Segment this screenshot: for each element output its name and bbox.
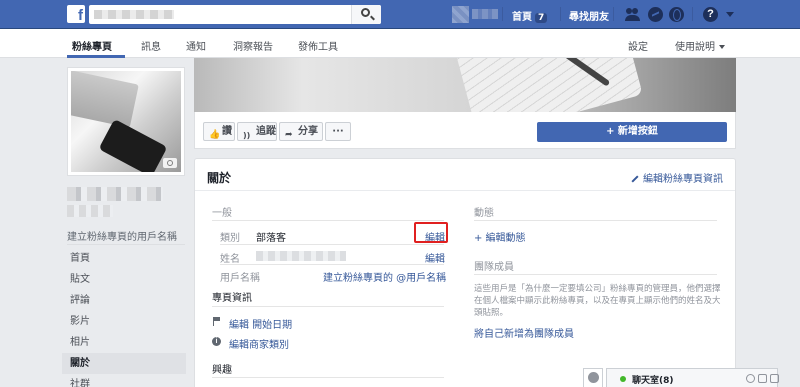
user-name-redacted[interactable]	[472, 9, 498, 19]
like-button[interactable]: 👍 讚	[203, 122, 235, 141]
more-options-button[interactable]: ···	[325, 122, 351, 141]
create-username-link[interactable]: 建立粉絲專頁的用戶名稱	[67, 228, 177, 243]
about-title: 關於	[207, 171, 232, 185]
follow-button[interactable]: )) 追蹤	[237, 122, 277, 141]
milestones-heading: 動態	[474, 208, 494, 219]
share-arrow-icon: ➦	[285, 130, 293, 140]
sidebar-item-posts[interactable]: 貼文	[62, 269, 186, 290]
online-status-icon	[620, 376, 626, 382]
page-tabs-bar: 粉絲專頁 訊息 通知 洞察報告 發佈工具 設定 使用說明	[0, 29, 800, 58]
divider	[692, 7, 693, 21]
divider	[474, 274, 717, 275]
sidebar-item-about[interactable]: 關於	[62, 353, 186, 374]
search-button[interactable]	[351, 5, 381, 24]
messenger-icon[interactable]	[648, 7, 663, 22]
rss-icon: ))	[243, 131, 251, 140]
sidebar-item-home[interactable]: 首頁	[62, 248, 186, 269]
divider	[613, 7, 614, 21]
page-name-value-redacted	[256, 251, 346, 261]
tab-page[interactable]: 粉絲專頁	[72, 38, 112, 53]
chat-settings-icon[interactable]	[746, 374, 755, 383]
sidebar-item-community[interactable]: 社群	[62, 374, 186, 387]
home-notification-badge: 7	[535, 13, 548, 23]
name-label: 姓名	[220, 254, 240, 265]
camera-icon[interactable]	[163, 158, 177, 168]
divider	[212, 220, 444, 221]
account-menu-caret-icon[interactable]	[726, 12, 734, 17]
flag-icon	[213, 317, 221, 326]
active-tab-indicator	[67, 55, 125, 58]
help-icon[interactable]: ?	[703, 7, 718, 22]
divider	[212, 306, 444, 307]
share-button[interactable]: ➦ 分享	[279, 122, 323, 141]
username-label: 用戶名稱	[220, 273, 260, 284]
create-username-at-link[interactable]: 建立粉絲專頁的 @用戶名稱	[323, 269, 446, 284]
page-info-heading: 專頁資訊	[212, 293, 252, 304]
team-heading: 團隊成員	[474, 262, 514, 273]
profile-image	[71, 71, 181, 172]
facebook-logo-icon[interactable]: f	[67, 5, 85, 24]
home-link[interactable]: 首頁 7	[512, 8, 548, 23]
divider	[195, 190, 735, 191]
tab-settings[interactable]: 設定	[628, 38, 648, 53]
edit-business-type-link[interactable]: 編輯商家類別	[229, 336, 289, 351]
new-message-icon[interactable]	[758, 374, 767, 383]
category-label: 類別	[220, 233, 240, 244]
search-query-redacted	[94, 10, 174, 19]
about-card: 關於 編輯粉絲專頁資訊 一般 類別 部落客 編輯 姓名 編輯 用戶名稱 建立粉絲…	[194, 158, 736, 387]
chat-label: 聊天室(8)	[632, 376, 674, 386]
divider	[67, 244, 185, 245]
page-handle-redacted	[67, 205, 113, 217]
friend-requests-icon[interactable]	[625, 7, 640, 22]
team-description: 這些用戶是「為什麼一定要填公司」粉絲專頁的管理員，他們選擇在個人檔案中顯示此粉絲…	[474, 284, 721, 318]
edit-start-date-link[interactable]: 編輯 開始日期	[229, 316, 292, 331]
add-button[interactable]: + 新增按鈕	[537, 122, 727, 142]
info-icon: i	[212, 337, 221, 346]
divider	[220, 244, 444, 245]
laptop-photo-element	[71, 71, 139, 128]
search-input[interactable]	[89, 5, 381, 24]
globe-icon	[588, 372, 599, 383]
edit-page-info-link[interactable]: 編輯粉絲專頁資訊	[631, 170, 723, 185]
cover-photo[interactable]	[194, 58, 736, 112]
sidebar-item-photos[interactable]: 相片	[62, 332, 186, 353]
pencil-icon	[631, 175, 639, 183]
chat-sidebar-toggle[interactable]: 聊天室(8)	[606, 368, 779, 387]
edit-name-link[interactable]: 編輯	[425, 250, 445, 265]
tab-publishing-tools[interactable]: 發佈工具	[298, 38, 338, 53]
chat-options-icon[interactable]	[770, 374, 779, 383]
story-heading: 興趣	[212, 365, 232, 376]
divider	[474, 220, 717, 221]
general-heading: 一般	[212, 208, 232, 219]
page-sidebar-menu: 首頁 貼文 評論 影片 相片 關於 社群	[62, 248, 186, 387]
divider	[560, 7, 561, 21]
divider	[220, 264, 444, 265]
page-action-bar: 👍 讚 )) 追蹤 ➦ 分享 ··· + 新增按鈕	[194, 112, 736, 149]
user-avatar[interactable]	[452, 6, 469, 23]
highlight-box	[414, 222, 448, 243]
edit-milestones-link[interactable]: + 編輯動態	[474, 229, 526, 244]
help-menu[interactable]: 使用說明	[675, 38, 725, 53]
sidebar-item-reviews[interactable]: 評論	[62, 290, 186, 311]
thumbs-up-icon: 👍	[209, 130, 221, 140]
chat-globe-button[interactable]	[583, 368, 603, 387]
find-friends-link[interactable]: 尋找朋友	[569, 8, 609, 23]
notifications-globe-icon[interactable]	[669, 7, 684, 22]
sidebar-item-videos[interactable]: 影片	[62, 311, 186, 332]
notepad-photo-element	[455, 58, 643, 112]
divider	[502, 7, 503, 21]
tab-notifications[interactable]: 通知	[186, 38, 206, 53]
category-value: 部落客	[256, 233, 286, 244]
search-icon	[361, 8, 370, 17]
divider	[212, 377, 444, 378]
top-navigation-bar: f 首頁 7 尋找朋友 ?	[0, 0, 800, 29]
tab-insights[interactable]: 洞察報告	[233, 38, 273, 53]
add-self-team-member-link[interactable]: 將自己新增為團隊成員	[474, 325, 574, 340]
page-name-redacted	[67, 187, 163, 201]
chevron-down-icon	[719, 45, 725, 49]
profile-picture[interactable]	[67, 67, 185, 176]
phone-photo-element	[98, 118, 168, 172]
tab-inbox[interactable]: 訊息	[141, 38, 161, 53]
